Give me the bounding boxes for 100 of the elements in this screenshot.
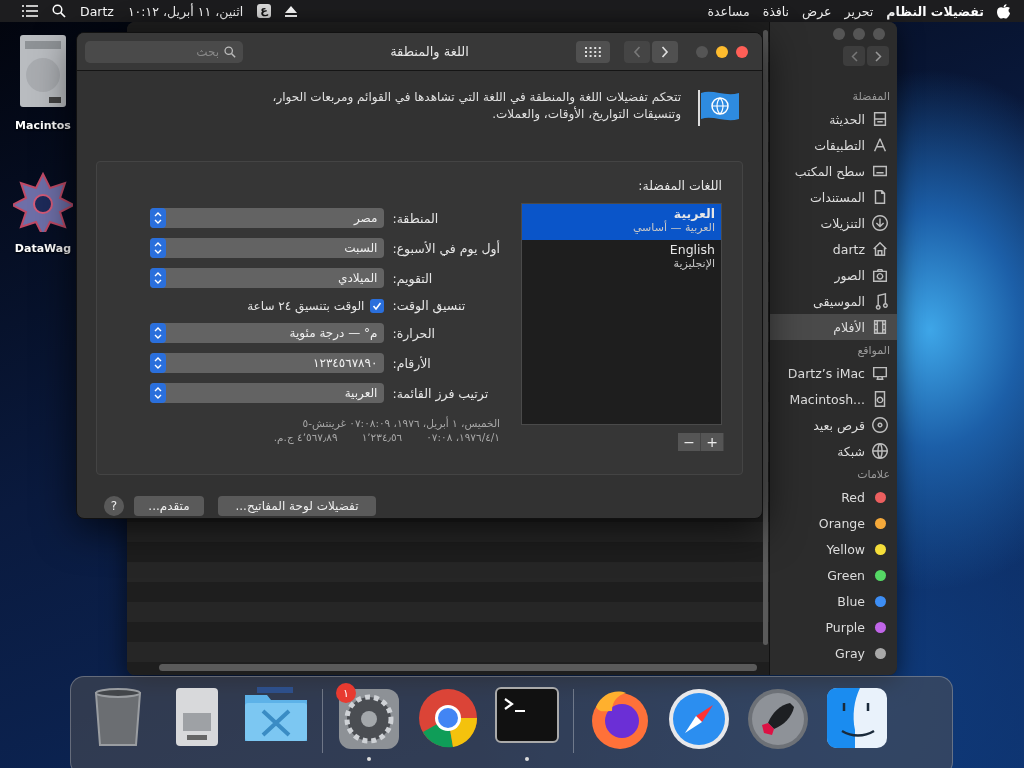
house-icon [871, 240, 889, 258]
field-label: الأرقام: [392, 355, 432, 371]
list-button[interactable]: − [678, 433, 701, 451]
search-icon[interactable] [52, 4, 66, 18]
search-field[interactable]: بحث [85, 40, 243, 63]
sidebar-item[interactable]: شبكة [770, 438, 897, 464]
film-icon [871, 318, 889, 336]
format-sample: ١٬٢٣٤٫٥٦ [361, 431, 403, 443]
eject-icon[interactable] [284, 5, 297, 17]
sidebar-item[interactable]: Purple [770, 614, 897, 640]
close-button[interactable] [736, 45, 748, 58]
popup-menu[interactable]: مصر [150, 208, 385, 228]
sidebar-item[interactable]: التنزيلات [770, 210, 897, 236]
sidebar-item[interactable]: Gray [770, 640, 897, 666]
language-item[interactable]: العربية العربية — أساسي [522, 204, 721, 240]
menu-item[interactable]: مساعدة [707, 3, 750, 19]
chevron-left-icon [850, 50, 858, 62]
sidebar-section-title: المفضلة [851, 89, 891, 105]
up-down-arrows-icon [150, 323, 167, 343]
checkbox[interactable] [370, 298, 385, 313]
languages-label: اللغات المفضلة: [637, 178, 722, 193]
field-label: المنطقة: [392, 210, 440, 226]
sidebar-item[interactable]: التطبيقات [770, 132, 897, 158]
push-button[interactable]: تفضيلات لوحة المفاتيح... [218, 496, 376, 516]
sidebar-item[interactable]: Blue [770, 588, 897, 614]
camera-icon [871, 266, 889, 284]
format-sample: ١٩٧٦/٤/١، ٠٧:٠٨ [426, 431, 500, 443]
sidebar-section-title: علامات [856, 467, 891, 483]
notification-badge: ١ [336, 683, 356, 703]
up-down-arrows-icon [150, 353, 167, 373]
list-button[interactable]: + [701, 433, 724, 451]
up-down-arrows-icon [150, 383, 167, 403]
sidebar-item[interactable]: المستندات [770, 184, 897, 210]
tray-icon [871, 110, 889, 128]
chevron-left-icon [633, 45, 641, 58]
desktop-icon-label[interactable]: DataWag [14, 242, 72, 255]
gear-icon[interactable] [337, 687, 401, 751]
popup-menu[interactable]: السبت [150, 238, 385, 258]
list-icon[interactable] [22, 5, 38, 17]
globe-icon [871, 442, 889, 460]
sidebar-item[interactable]: سطح المكتب [770, 158, 897, 184]
up-down-arrows-icon [150, 238, 167, 258]
scroll-bar[interactable] [159, 664, 757, 671]
sidebar-item[interactable]: dartz [770, 236, 897, 262]
sidebar-item[interactable]: الحديثة [770, 106, 897, 132]
hard-drive-icon[interactable] [175, 687, 219, 747]
checkbox-label[interactable]: الوقت بتنسيق ٢٤ ساعة [247, 298, 365, 313]
format-sample: الخميس، ١ أبريل، ١٩٧٦، ٠٧:٠٨:٠٩ غرينتش-٥ [302, 417, 500, 429]
field-label: تنسيق الوقت: [392, 298, 467, 313]
browser-icon[interactable] [417, 687, 479, 749]
forward-button[interactable] [652, 40, 678, 63]
grid-icon [585, 46, 601, 57]
input-source[interactable]: ع [257, 4, 271, 18]
popup-menu[interactable]: الميلادي [150, 268, 385, 288]
popup-menu[interactable]: ١٢٣٤٥٦٧٨٩٠ [150, 353, 385, 373]
rocket-icon[interactable] [746, 687, 810, 751]
trash-icon[interactable] [92, 687, 144, 747]
menu-item[interactable]: تحرير [844, 3, 874, 19]
up-down-arrows-icon [150, 268, 167, 288]
forward-button[interactable] [867, 46, 889, 66]
format-sample: ٤٬٥٦٧٫٨٩ ج.م. [273, 431, 338, 443]
compass-icon[interactable] [667, 687, 731, 751]
menu-item[interactable]: عرض [802, 3, 832, 19]
smiling-face-icon[interactable] [826, 687, 888, 749]
scroll-bar[interactable] [763, 30, 768, 645]
sidebar-item[interactable]: قرص بعيد [770, 412, 897, 438]
desktop-icon-label[interactable]: Macintos [15, 119, 71, 132]
menu-item[interactable]: نافذة [762, 3, 790, 19]
chevron-right-icon [874, 50, 882, 62]
back-button[interactable] [843, 46, 865, 66]
show-all-button[interactable] [576, 40, 610, 63]
sidebar-item[interactable]: الموسيقى [770, 288, 897, 314]
sidebar-section-title: المواقع [856, 343, 891, 359]
folder-icon[interactable] [243, 687, 309, 743]
clock[interactable]: اثنين، ١١ أبريل، ١٠:١٢ [127, 3, 244, 19]
sidebar-item[interactable]: Macintosh... [770, 386, 897, 412]
window-title: اللغة والمنطقة [389, 44, 470, 59]
popup-menu[interactable]: م° — درجة مئوية [150, 323, 385, 343]
field-label: الحرارة: [392, 325, 436, 341]
sidebar-item[interactable]: Yellow [770, 536, 897, 562]
sidebar-item[interactable]: Orange [770, 510, 897, 536]
star-pattern-icon[interactable] [13, 172, 73, 232]
field-label: التقويم: [392, 270, 434, 286]
sidebar-item[interactable]: Dartz’s iMac [770, 360, 897, 386]
sidebar-item[interactable]: Red [770, 484, 897, 510]
up-down-arrows-icon [150, 208, 167, 228]
description-text: تتحكم تفضيلات اللغة والمنطقة في اللغة التي تشاهدها في القوائم ومربعات الحوار، وتنسيقات التواريخ، الأوقات، والعملات. [271, 89, 681, 123]
logo-icon[interactable] [997, 3, 1010, 19]
sidebar-item[interactable]: Green [770, 562, 897, 588]
help-button[interactable]: ? [104, 496, 124, 516]
hard-drive-icon[interactable] [19, 33, 67, 109]
chevron-right-icon [661, 45, 669, 58]
app-menu[interactable]: تفضيلات النظام [886, 3, 984, 19]
user-name[interactable]: Dartz [80, 3, 114, 19]
sidebar-item[interactable]: الصور [770, 262, 897, 288]
popup-menu[interactable]: العربية [150, 383, 385, 403]
sidebar-item[interactable]: الأفلام [770, 314, 897, 340]
terminal-icon[interactable] [495, 687, 559, 743]
minimize-button[interactable] [716, 45, 728, 58]
push-button[interactable]: متقدم... [134, 496, 204, 516]
